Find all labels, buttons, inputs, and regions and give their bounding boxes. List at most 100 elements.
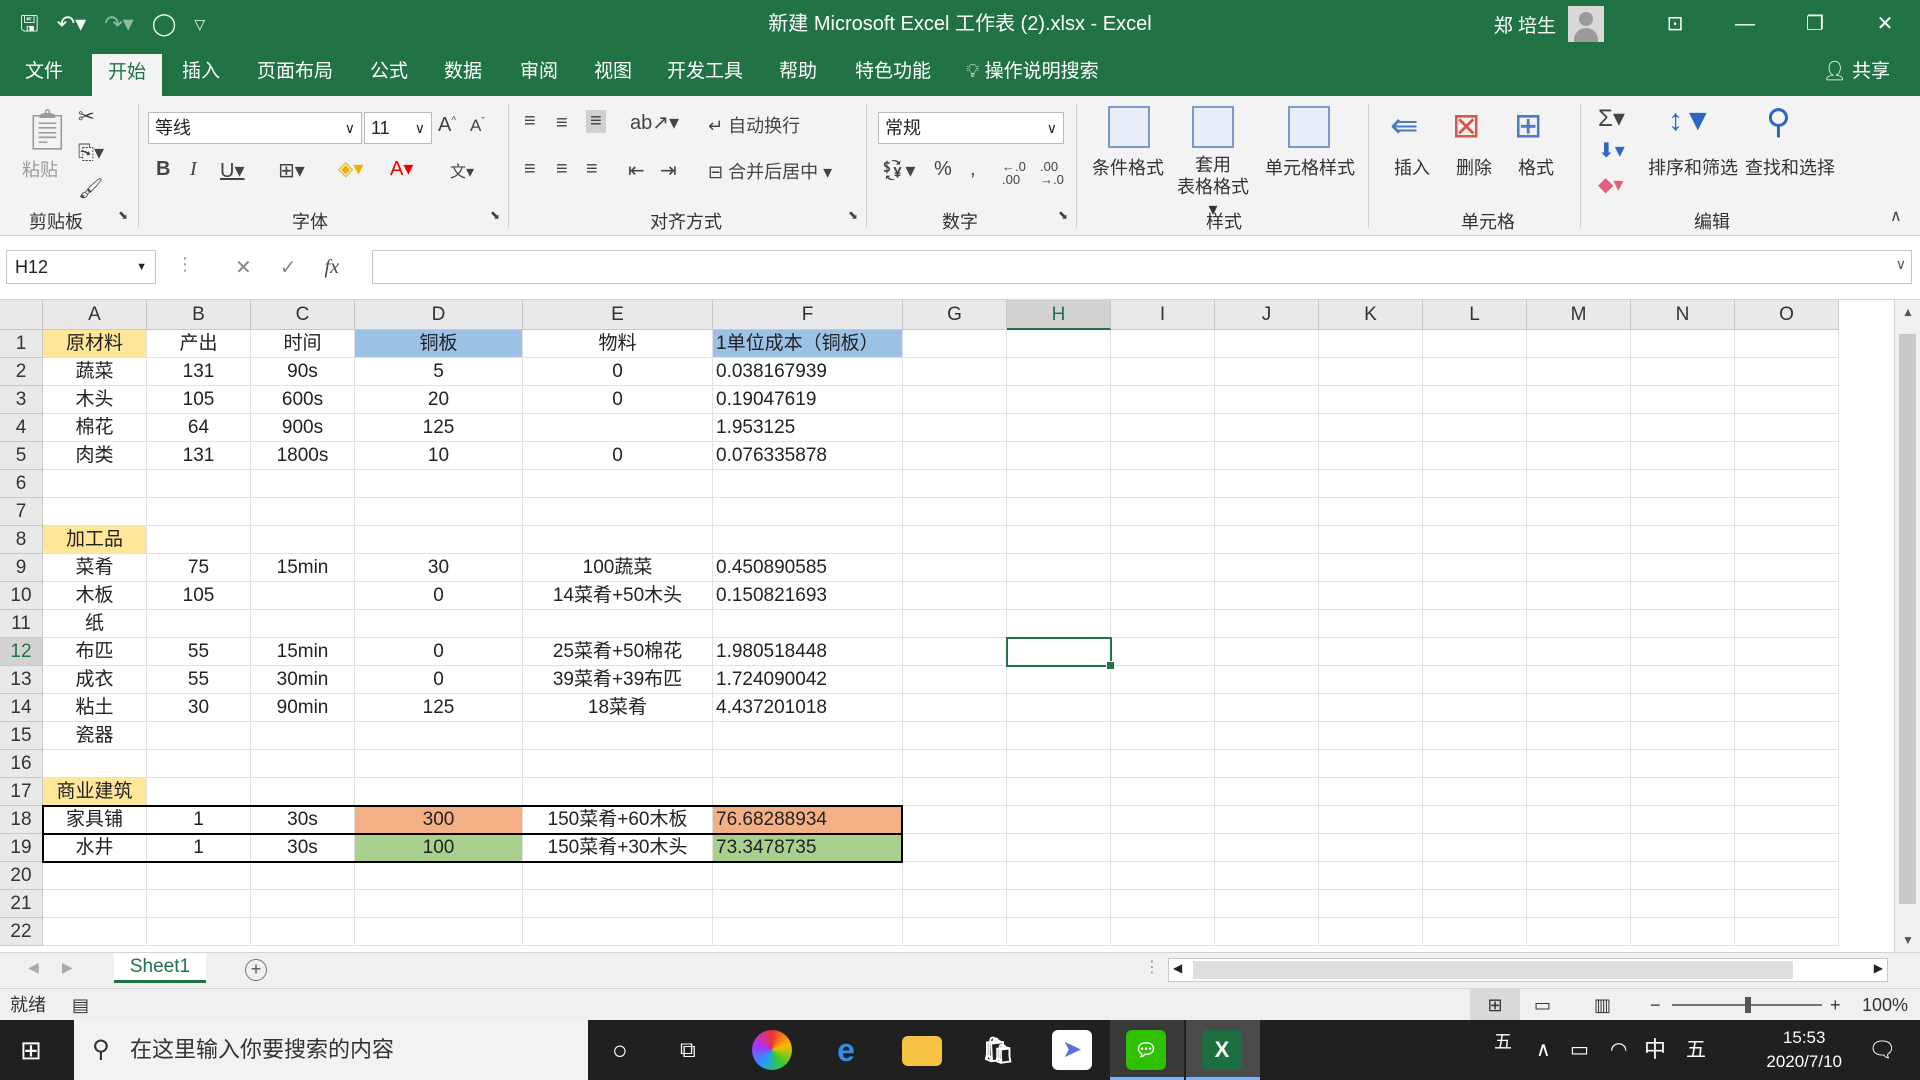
cell-c13[interactable]: 30min	[251, 666, 355, 694]
cortana-icon[interactable]: ○	[612, 1020, 628, 1080]
cell-o5[interactable]	[1735, 442, 1839, 470]
cell-b19[interactable]: 1	[147, 834, 251, 862]
row-header[interactable]: 12	[0, 638, 43, 666]
cell-c15[interactable]	[251, 722, 355, 750]
cell-j6[interactable]	[1215, 470, 1319, 498]
vertical-scroll-thumb[interactable]	[1899, 334, 1916, 904]
cell-k8[interactable]	[1319, 526, 1423, 554]
formula-input[interactable]	[372, 250, 1912, 284]
close-icon[interactable]: ✕	[1850, 0, 1920, 48]
zoom-level[interactable]: 100%	[1862, 989, 1908, 1021]
cell-g2[interactable]	[903, 358, 1007, 386]
sort-filter-button[interactable]: 排序和筛选	[1644, 154, 1742, 180]
merge-center-button[interactable]: ⊟ 合并后居中 ▾	[708, 158, 832, 184]
cell-m14[interactable]	[1527, 694, 1631, 722]
cell-g19[interactable]	[903, 834, 1007, 862]
row-header[interactable]: 3	[0, 386, 43, 414]
cell-m21[interactable]	[1527, 890, 1631, 918]
cell-d14[interactable]: 125	[355, 694, 523, 722]
cell-o6[interactable]	[1735, 470, 1839, 498]
cell-j16[interactable]	[1215, 750, 1319, 778]
cell-k13[interactable]	[1319, 666, 1423, 694]
comma-icon[interactable]: ,	[970, 158, 976, 181]
column-header-m[interactable]: M	[1527, 300, 1631, 330]
cut-icon[interactable]: ✂	[78, 104, 95, 129]
cell-b4[interactable]: 64	[147, 414, 251, 442]
scroll-down-icon[interactable]: ▼	[1895, 928, 1920, 952]
cell-n16[interactable]	[1631, 750, 1735, 778]
column-header-g[interactable]: G	[903, 300, 1007, 330]
cell-f11[interactable]	[713, 610, 903, 638]
cell-o19[interactable]	[1735, 834, 1839, 862]
scroll-right-icon[interactable]: ▶	[1874, 961, 1883, 975]
cell-g15[interactable]	[903, 722, 1007, 750]
orientation-icon[interactable]: ab↗▾	[630, 110, 679, 135]
cell-j19[interactable]	[1215, 834, 1319, 862]
share-button[interactable]: 👤︎ 共享	[1823, 48, 1890, 96]
cell-n18[interactable]	[1631, 806, 1735, 834]
tell-me-search[interactable]: 💡︎ 操作说明搜索	[966, 48, 1126, 96]
windows-start-icon[interactable]: ⊞	[20, 1020, 42, 1080]
column-header-d[interactable]: D	[355, 300, 523, 330]
paste-icon[interactable]: 📋︎	[22, 106, 73, 153]
sort-filter-icon[interactable]: ↕▼	[1668, 104, 1713, 138]
customize-qat-icon[interactable]: ▽	[194, 8, 205, 40]
cell-n4[interactable]	[1631, 414, 1735, 442]
touch-mode-icon[interactable]: ◯	[152, 8, 177, 40]
cell-a22[interactable]	[43, 918, 147, 946]
tab-formulas[interactable]: 公式	[358, 48, 420, 96]
cell-e9[interactable]: 100蔬菜	[523, 554, 713, 582]
cell-i11[interactable]	[1111, 610, 1215, 638]
cell-g5[interactable]	[903, 442, 1007, 470]
cell-g4[interactable]	[903, 414, 1007, 442]
cell-h13[interactable]	[1007, 666, 1111, 694]
number-dialog-launcher-icon[interactable]: ⬊	[1058, 208, 1068, 222]
cell-a9[interactable]: 菜肴	[43, 554, 147, 582]
browser-360-icon[interactable]	[752, 1030, 792, 1070]
cell-k15[interactable]	[1319, 722, 1423, 750]
row-header[interactable]: 15	[0, 722, 43, 750]
cell-c16[interactable]	[251, 750, 355, 778]
cell-f15[interactable]	[713, 722, 903, 750]
cell-c20[interactable]	[251, 862, 355, 890]
cell-e6[interactable]	[523, 470, 713, 498]
restore-icon[interactable]: ❐	[1780, 0, 1850, 48]
undo-icon[interactable]: ↶▾	[57, 8, 86, 40]
cell-g9[interactable]	[903, 554, 1007, 582]
cell-h2[interactable]	[1007, 358, 1111, 386]
cell-k6[interactable]	[1319, 470, 1423, 498]
cell-a14[interactable]: 粘土	[43, 694, 147, 722]
zoom-in-icon[interactable]: +	[1830, 989, 1841, 1021]
cell-l10[interactable]	[1423, 582, 1527, 610]
cell-g22[interactable]	[903, 918, 1007, 946]
cancel-icon[interactable]: ✕	[235, 255, 252, 280]
cell-m12[interactable]	[1527, 638, 1631, 666]
cell-g10[interactable]	[903, 582, 1007, 610]
tab-data[interactable]: 数据	[432, 48, 494, 96]
cell-g16[interactable]	[903, 750, 1007, 778]
cell-j5[interactable]	[1215, 442, 1319, 470]
cell-j13[interactable]	[1215, 666, 1319, 694]
cell-j18[interactable]	[1215, 806, 1319, 834]
column-header-f[interactable]: F	[713, 300, 903, 330]
row-header[interactable]: 9	[0, 554, 43, 582]
cell-h21[interactable]	[1007, 890, 1111, 918]
cell-n8[interactable]	[1631, 526, 1735, 554]
column-header-b[interactable]: B	[147, 300, 251, 330]
increase-decimal-icon[interactable]: ←.0.00	[1002, 160, 1026, 186]
cell-f9[interactable]: 0.450890585	[713, 554, 903, 582]
ime-mode[interactable]: 五	[1686, 1020, 1706, 1080]
store-icon[interactable]: 🛍︎	[978, 1030, 1018, 1070]
cell-b18[interactable]: 1	[147, 806, 251, 834]
percent-icon[interactable]: %	[934, 158, 952, 181]
cell-d16[interactable]	[355, 750, 523, 778]
page-layout-view-icon[interactable]: ▭	[1534, 989, 1551, 1021]
cell-c21[interactable]	[251, 890, 355, 918]
cell-k12[interactable]	[1319, 638, 1423, 666]
cell-c10[interactable]	[251, 582, 355, 610]
cell-l13[interactable]	[1423, 666, 1527, 694]
taskbar-search[interactable]: ⚲ 在这里输入你要搜索的内容	[74, 1020, 588, 1080]
cell-g14[interactable]	[903, 694, 1007, 722]
sheet-tab-sheet1[interactable]: Sheet1	[114, 953, 206, 983]
cell-f20[interactable]	[713, 862, 903, 890]
